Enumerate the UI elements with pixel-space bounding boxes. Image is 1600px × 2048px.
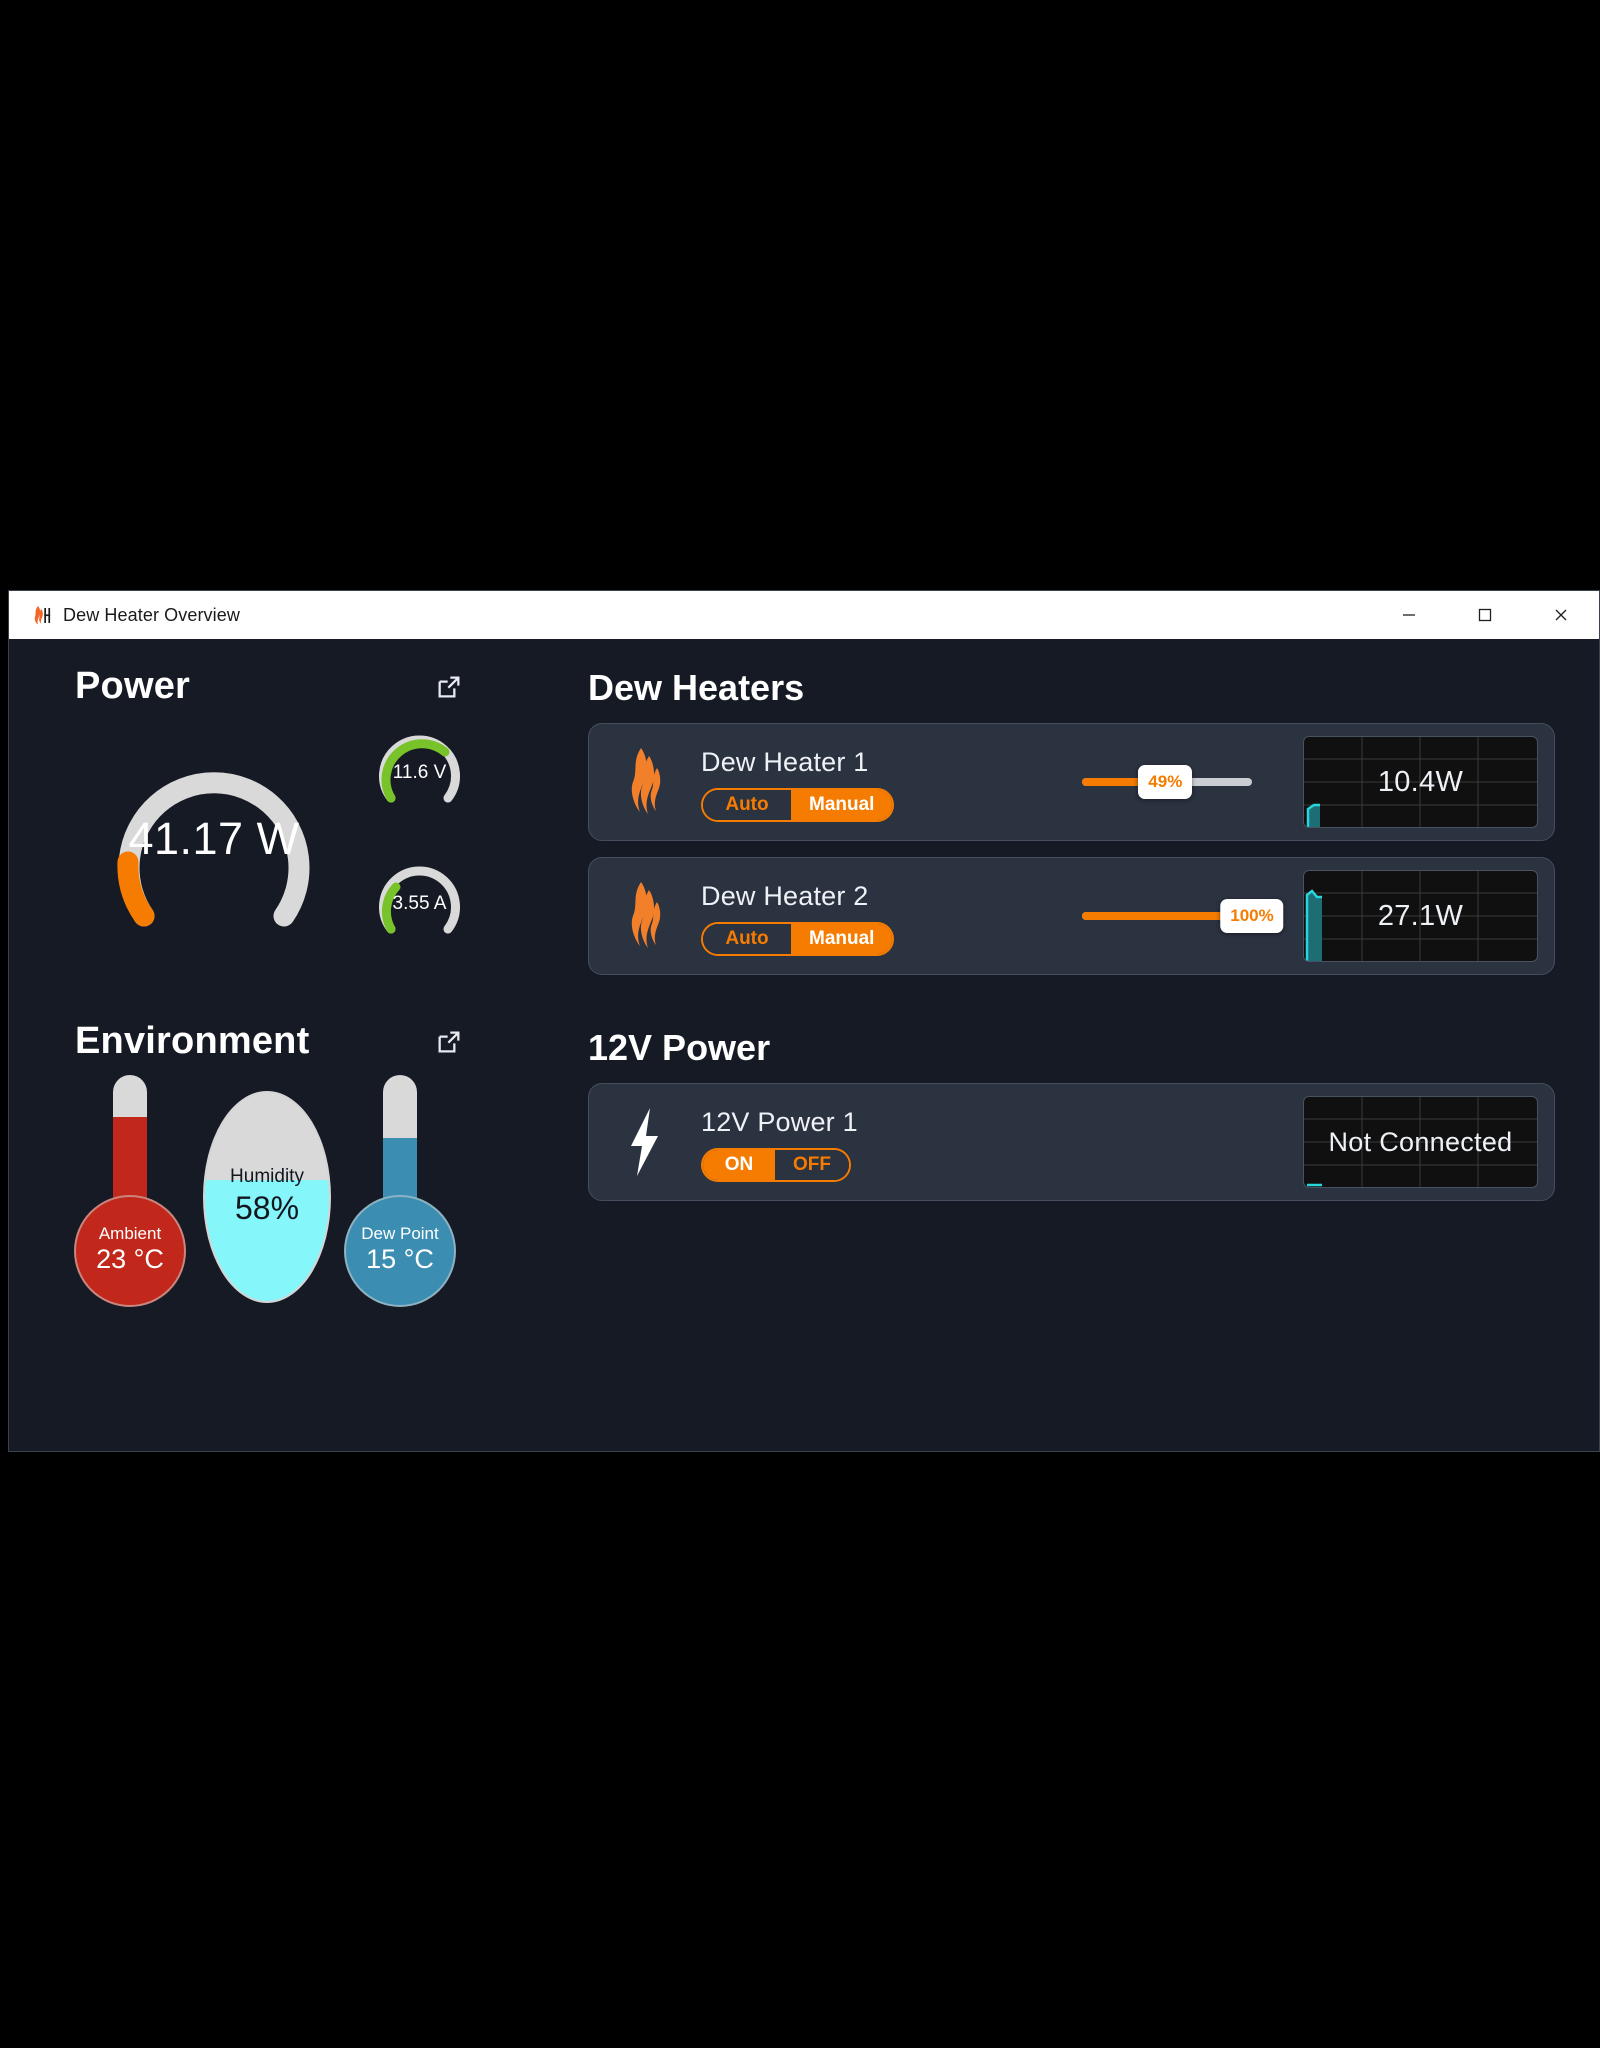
power-option-off[interactable]: OFF (775, 1149, 849, 1180)
lightning-bolt-icon (589, 1106, 701, 1178)
right-column: Dew Heaters Dew Heater 1 Auto Manual 49%… (554, 665, 1599, 1451)
ambient-label: Ambient (98, 1223, 162, 1243)
device-info-dew-heater-2: Dew Heater 2 Auto Manual (701, 877, 1031, 956)
power-chart-dew-heater-1: 10.4W (1303, 736, 1538, 828)
mode-option-manual[interactable]: Manual (791, 923, 893, 954)
environment-panel-header: Environment (75, 1020, 465, 1063)
power-slider-wrap-1: 49% (1031, 724, 1303, 840)
window-title-bar: Dew Heater Overview (9, 591, 1599, 639)
power-slider-wrap-12v (1031, 1084, 1303, 1200)
left-column: Power 41.17 W 11.6 V 3.55 A Environment … (9, 665, 554, 1451)
chart-value: 27.1W (1377, 899, 1464, 932)
device-card-dew-heater-2[interactable]: Dew Heater 2 Auto Manual 100% 27.1W (588, 857, 1555, 975)
power-slider-wrap-2: 100% (1031, 858, 1303, 974)
window-controls (1371, 591, 1599, 639)
device-name: Dew Heater 2 (701, 880, 869, 911)
external-link-icon[interactable] (433, 671, 465, 703)
power-panel-header: Power (75, 665, 465, 708)
window-body: Power 41.17 W 11.6 V 3.55 A Environment … (9, 639, 1599, 1451)
power-chart-dew-heater-2: 27.1W (1303, 870, 1538, 962)
slider-handle[interactable]: 100% (1220, 899, 1284, 933)
power-toggle-12v-power-1[interactable]: ON OFF (701, 1147, 851, 1182)
environment-panel-title: Environment (75, 1020, 310, 1062)
maximize-button[interactable] (1447, 591, 1523, 639)
slider-handle[interactable]: 49% (1138, 765, 1193, 799)
external-link-icon[interactable] (433, 1026, 465, 1058)
voltage-gauge: 11.6 V (367, 718, 472, 813)
dew-heaters-section-title: Dew Heaters (588, 667, 805, 708)
device-info-12v-power-1: 12V Power 1 ON OFF (701, 1103, 1031, 1182)
device-info-dew-heater-1: Dew Heater 1 Auto Manual (701, 743, 1031, 822)
voltage-value: 11.6 V (392, 761, 447, 783)
device-name: Dew Heater 1 (701, 746, 869, 777)
current-gauge: 3.55 A (367, 849, 472, 944)
mode-option-auto[interactable]: Auto (703, 923, 791, 954)
chart-status-text: Not Connected (1328, 1126, 1513, 1157)
device-card-12v-power-1[interactable]: 12V Power 1 ON OFF Not Connected (588, 1083, 1555, 1201)
status-chart-12v-power-1: Not Connected (1303, 1096, 1538, 1188)
power-panel-title: Power (75, 665, 191, 707)
dew-point-bulb: Dew Point 15 °C (344, 1195, 456, 1307)
device-name: 12V Power 1 (701, 1106, 858, 1137)
flame-icon (29, 604, 51, 626)
mode-option-auto[interactable]: Auto (703, 789, 791, 820)
application-window: Dew Heater Overview Power 41.17 W 11.6 V… (8, 590, 1600, 1452)
total-power-value: 41.17 W (128, 812, 300, 864)
humidity-value: 58% (234, 1190, 300, 1226)
minimize-button[interactable] (1371, 591, 1447, 639)
total-power-gauge: 41.17 W (89, 726, 339, 951)
close-button[interactable] (1523, 591, 1599, 639)
title-bar-left: Dew Heater Overview (9, 604, 240, 626)
dew-point-value: 15 °C (366, 1244, 434, 1275)
flame-icon (589, 880, 701, 952)
power-slider-dew-heater-2[interactable]: 100% (1082, 899, 1284, 933)
screen-root: Dew Heater Overview Power 41.17 W 11.6 V… (0, 0, 1600, 2048)
mode-option-manual[interactable]: Manual (791, 789, 893, 820)
power-gauges: 41.17 W 11.6 V 3.55 A (75, 716, 495, 966)
power-12v-section-title: 12V Power (588, 1027, 771, 1068)
window-title: Dew Heater Overview (63, 604, 240, 625)
power-slider-dew-heater-1[interactable]: 49% (1082, 765, 1252, 799)
mode-toggle-dew-heater-1[interactable]: Auto Manual (701, 787, 895, 822)
ambient-value: 23 °C (96, 1244, 164, 1275)
mode-toggle-dew-heater-2[interactable]: Auto Manual (701, 921, 895, 956)
humidity-indicator: Humidity 58% (203, 1091, 331, 1303)
humidity-label: Humidity (230, 1166, 304, 1187)
flame-icon (589, 746, 701, 818)
environment-gauges: Ambient 23 °C Humidity 58% Dew Point 15 … (74, 1075, 495, 1345)
power-option-on[interactable]: ON (703, 1149, 775, 1180)
humidity-text: Humidity 58% (230, 1166, 304, 1228)
dew-point-label: Dew Point (361, 1223, 439, 1243)
current-value: 3.55 A (392, 892, 447, 914)
ambient-bulb: Ambient 23 °C (74, 1195, 186, 1307)
chart-value: 10.4W (1377, 765, 1464, 798)
device-card-dew-heater-1[interactable]: Dew Heater 1 Auto Manual 49% 10.4W (588, 723, 1555, 841)
